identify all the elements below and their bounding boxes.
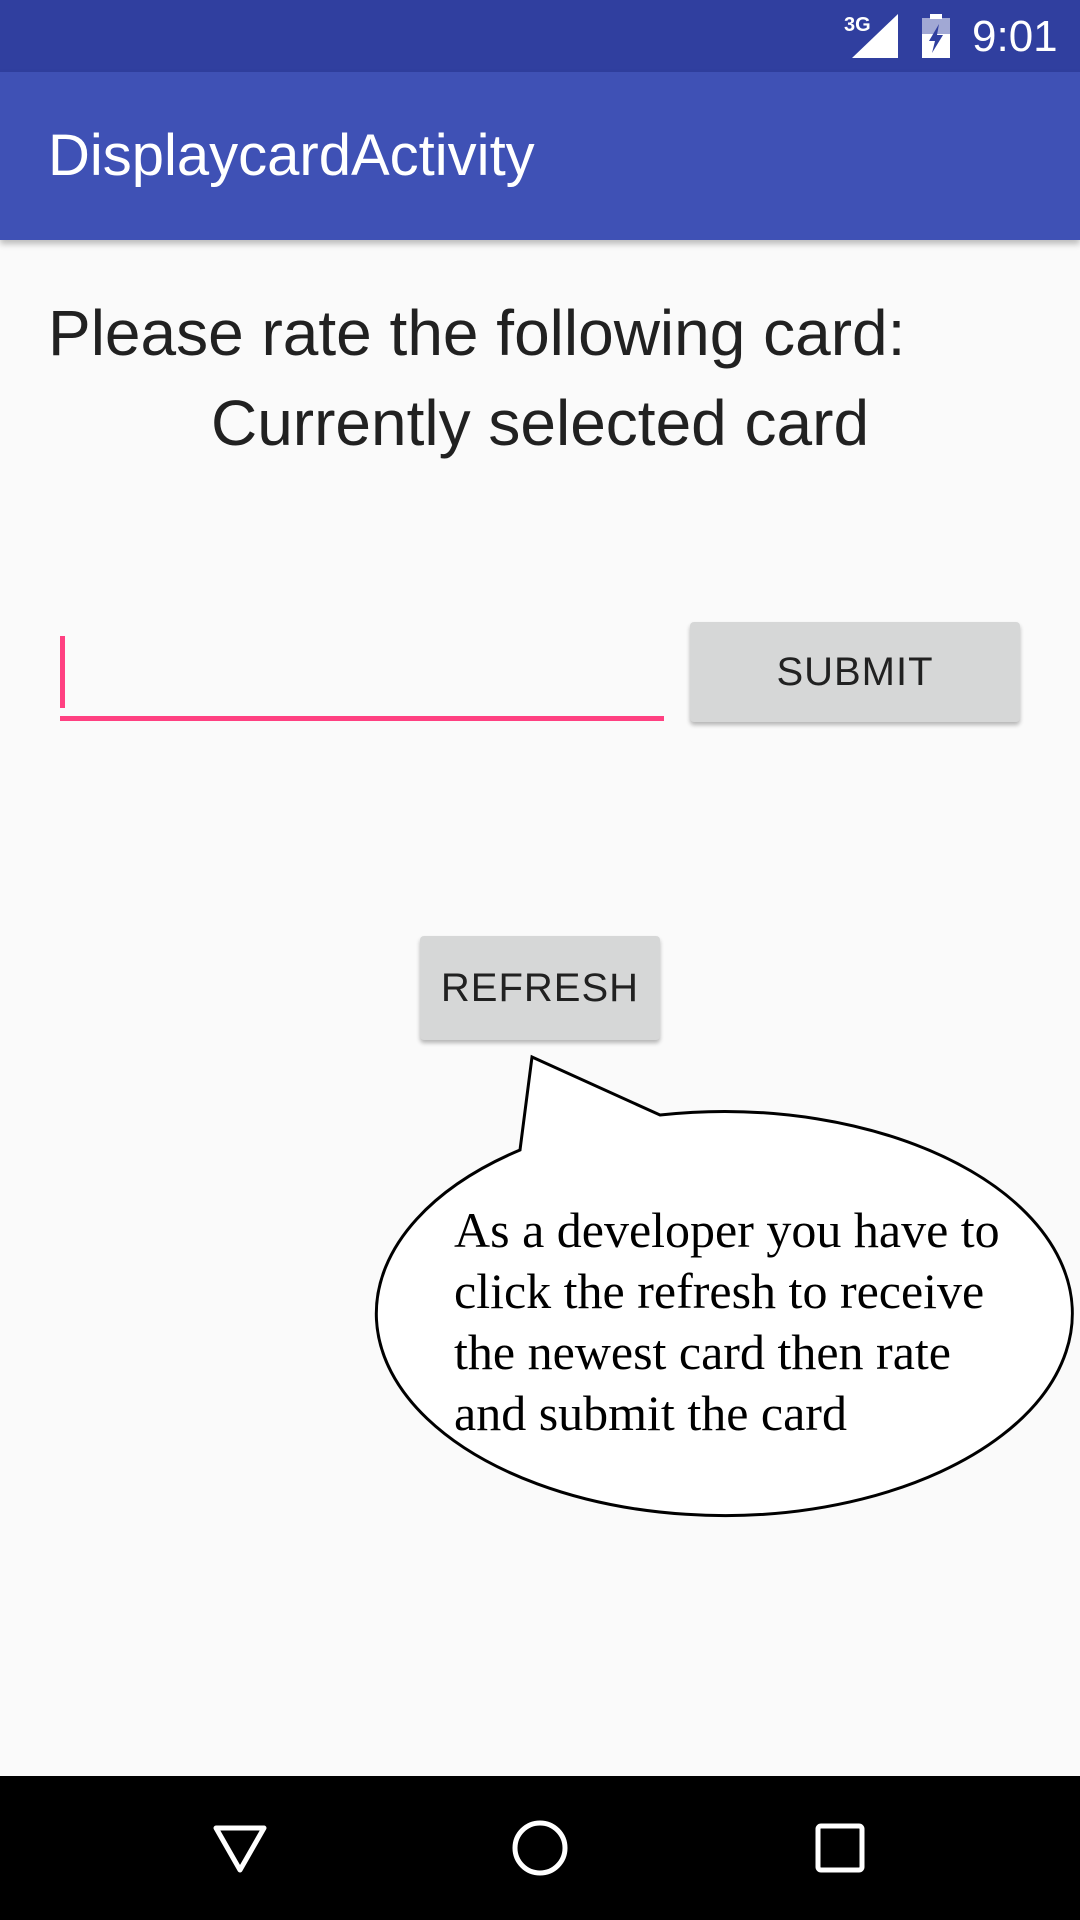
rating-prompt: Please rate the following card: bbox=[48, 297, 906, 369]
rating-input[interactable] bbox=[60, 628, 664, 721]
back-icon[interactable] bbox=[210, 1818, 270, 1878]
submit-button[interactable]: SUBMIT bbox=[690, 622, 1020, 722]
navigation-bar bbox=[0, 1776, 1080, 1920]
callout-line: the newest card then rate bbox=[454, 1324, 951, 1380]
clock: 9:01 bbox=[972, 12, 1058, 61]
refresh-button[interactable]: REFRESH bbox=[420, 936, 660, 1040]
callout-line: As a developer you have to bbox=[454, 1202, 1000, 1258]
callout-line: click the refresh to receive bbox=[454, 1263, 985, 1319]
callout-line: and submit the card bbox=[454, 1385, 847, 1441]
screen: 3G 9:01 DisplaycardActivity Please rate … bbox=[0, 0, 1080, 1920]
app-bar: DisplaycardActivity bbox=[0, 72, 1080, 240]
selected-card-label: Currently selected card bbox=[210, 387, 870, 459]
status-bar: 3G 9:01 bbox=[0, 0, 1080, 72]
text-cursor bbox=[60, 636, 65, 708]
battery-charging-icon bbox=[922, 14, 950, 58]
home-icon[interactable] bbox=[510, 1818, 570, 1878]
recents-icon[interactable] bbox=[810, 1818, 870, 1878]
callout-text: As a developer you have to click the ref… bbox=[454, 1200, 1074, 1444]
signal-icon bbox=[852, 14, 898, 58]
app-title: DisplaycardActivity bbox=[48, 123, 535, 188]
